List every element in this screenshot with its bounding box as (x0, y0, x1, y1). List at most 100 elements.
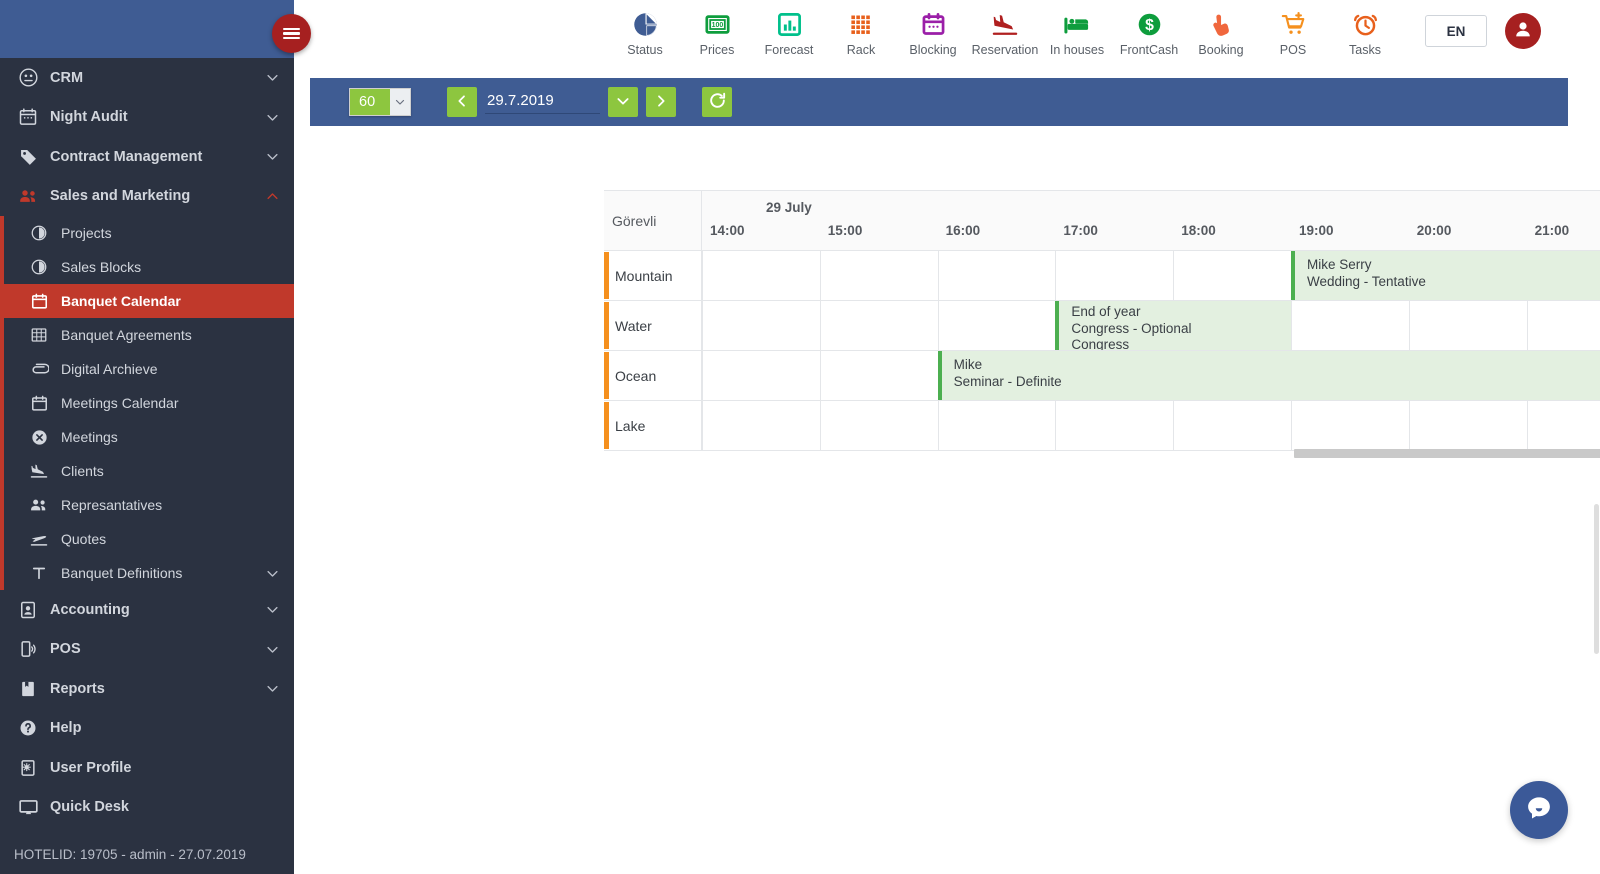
page-scrollbar-thumb[interactable] (1594, 504, 1599, 654)
topnav-item-tasks[interactable]: Tasks (1329, 6, 1401, 57)
calendar-gridline (819, 401, 821, 450)
chat-widget-button[interactable] (1510, 781, 1568, 839)
interval-select[interactable]: 60 (349, 88, 411, 116)
click-hand-icon (1208, 10, 1235, 40)
svg-text:100: 100 (711, 22, 723, 29)
topnav-item-booking[interactable]: Booking (1185, 6, 1257, 57)
calendar-event[interactable]: End of year Congress - Optional Congress (1055, 301, 1291, 350)
people-icon (28, 494, 50, 516)
sidebar-item-clients[interactable]: Clients (0, 454, 294, 488)
topnav-item-in-houses[interactable]: In houses (1041, 6, 1113, 57)
topnav-item-pos[interactable]: POS (1257, 6, 1329, 57)
topnav-item-label: POS (1279, 42, 1307, 57)
sidebar-main-groups: CRM Night Audit Contract Management Sale… (0, 58, 294, 827)
prev-day-button[interactable] (447, 87, 477, 117)
topnav-item-forecast[interactable]: Forecast (753, 6, 825, 57)
topnav-item-frontcash[interactable]: $ FrontCash (1113, 6, 1185, 57)
mobile-signal-icon (17, 638, 39, 660)
hamburger-menu-button[interactable] (272, 14, 311, 53)
sidebar-item-sales-blocks[interactable]: Sales Blocks (0, 250, 294, 284)
sidebar-item-crm[interactable]: CRM (0, 58, 294, 98)
sidebar-item-sales-and-marketing[interactable]: Sales and Marketing (0, 177, 294, 217)
sidebar-item-user-profile[interactable]: User Profile (0, 748, 294, 788)
topnav-item-label: Tasks (1349, 42, 1381, 57)
next-day-button[interactable] (646, 87, 676, 117)
topnav-item-label: FrontCash (1119, 42, 1179, 57)
chevron-down-icon[interactable] (264, 565, 280, 581)
calendar-gridline (1526, 301, 1528, 350)
chevron-down-icon[interactable] (264, 109, 280, 125)
chevron-down-icon[interactable] (390, 89, 410, 115)
chevron-up-icon[interactable] (264, 188, 280, 204)
chevron-down-icon[interactable] (264, 149, 280, 165)
refresh-button[interactable] (702, 87, 732, 117)
calendar-gridline (819, 301, 821, 350)
sidebar-item-contract-management[interactable]: Contract Management (0, 137, 294, 177)
sidebar-item-night-audit[interactable]: Night Audit (0, 98, 294, 138)
sidebar-item-accounting[interactable]: Accounting (0, 590, 294, 630)
user-avatar-button[interactable] (1505, 13, 1541, 49)
calendar-event[interactable]: Mike Serry Wedding - Tentative (1291, 251, 1600, 300)
sidebar-item-projects[interactable]: Projects (0, 216, 294, 250)
calendar-gridline (702, 251, 703, 300)
sidebar-item-label: Clients (61, 463, 104, 479)
chevron-right-icon (653, 93, 669, 112)
x-circle-icon (28, 426, 50, 448)
sidebar-item-pos[interactable]: POS (0, 630, 294, 670)
calendar-row: Lake (604, 401, 1600, 451)
calendar-body: Mountain Mike Serry Wedding - Tentative Wat… (604, 251, 1600, 451)
topnav-item-label: Booking (1198, 42, 1244, 57)
sidebar-item-banquet-definitions[interactable]: Banquet Definitions (0, 556, 294, 590)
topnav-item-blocking[interactable]: Blocking (897, 6, 969, 57)
topnav-item-status[interactable]: Status (609, 6, 681, 57)
calendar-header: Görevli 29 July 14:00 15:00 16:00 17:00 18:0… (604, 191, 1600, 251)
calendar-row: Ocean Mike Seminar - Definite (604, 351, 1600, 401)
pie-circle-icon (28, 256, 50, 278)
topnav-item-label: Prices (699, 42, 735, 57)
chevron-down-icon[interactable] (264, 681, 280, 697)
topnav-item-reservation[interactable]: Reservation (969, 6, 1041, 57)
sidebar-item-help[interactable]: Help (0, 709, 294, 749)
chevron-down-icon[interactable] (264, 602, 280, 618)
page-scrollbar[interactable] (1593, 124, 1600, 874)
topnav-item-rack[interactable]: Rack (825, 6, 897, 57)
sidebar-sales-subgroup: Projects Sales Blocks Banquet Calendar B… (0, 216, 294, 590)
chat-bubble-icon (1524, 793, 1554, 828)
sidebar-item-banquet-calendar[interactable]: Banquet Calendar (0, 284, 294, 318)
tag-icon (17, 146, 39, 168)
topnav-item-label: Blocking (909, 42, 957, 57)
calendar-icon (920, 10, 947, 40)
sidebar-item-label: Reports (50, 680, 105, 697)
calendar-event[interactable]: Mike Seminar - Definite (937, 351, 1600, 400)
sidebar-item-label: Banquet Agreements (61, 327, 192, 343)
calendar-event-line: Wedding - Tentative (1307, 274, 1426, 289)
chevron-down-icon[interactable] (264, 641, 280, 657)
sidebar-item-represantatives[interactable]: Represantatives (0, 488, 294, 522)
banquet-calendar-grid: Görevli 29 July 14:00 15:00 16:00 17:00 18:0… (604, 190, 1600, 458)
sidebar-item-reports[interactable]: Reports (0, 669, 294, 709)
sidebar-item-meetings-calendar[interactable]: Meetings Calendar (0, 386, 294, 420)
sidebar-item-label: Banquet Calendar (61, 293, 181, 309)
scrollbar-thumb[interactable] (1294, 449, 1600, 458)
sidebar-item-banquet-agreements[interactable]: Banquet Agreements (0, 318, 294, 352)
grid-table-icon (28, 324, 50, 346)
calendar-event-line: Congress - Optional (1071, 320, 1192, 336)
topnav-item-prices[interactable]: 100 Prices (681, 6, 753, 57)
sidebar-footer-info: HOTELID: 19705 - admin - 27.07.2019 (14, 847, 246, 862)
language-selector-button[interactable]: EN (1425, 15, 1487, 47)
sidebar-item-digital-archieve[interactable]: Digital Archieve (0, 352, 294, 386)
date-value: 29.7.2019 (487, 92, 554, 109)
sidebar-item-label: Help (50, 720, 82, 737)
calendar-room-name: Mountain (604, 251, 702, 300)
date-input[interactable]: 29.7.2019 (485, 90, 600, 114)
sidebar-item-label: Meetings Calendar (61, 395, 179, 411)
calendar-gridline (937, 301, 939, 350)
calendar-horizontal-scrollbar[interactable] (702, 449, 1600, 458)
sidebar-item-quotes[interactable]: Quotes (0, 522, 294, 556)
calendar-gridline (1408, 301, 1410, 350)
date-picker-button[interactable] (608, 87, 638, 117)
chevron-down-icon[interactable] (264, 70, 280, 86)
sidebar-item-meetings[interactable]: Meetings (0, 420, 294, 454)
topnav-item-label: Rack (846, 42, 876, 57)
sidebar-item-quick-desk[interactable]: Quick Desk (0, 788, 294, 828)
